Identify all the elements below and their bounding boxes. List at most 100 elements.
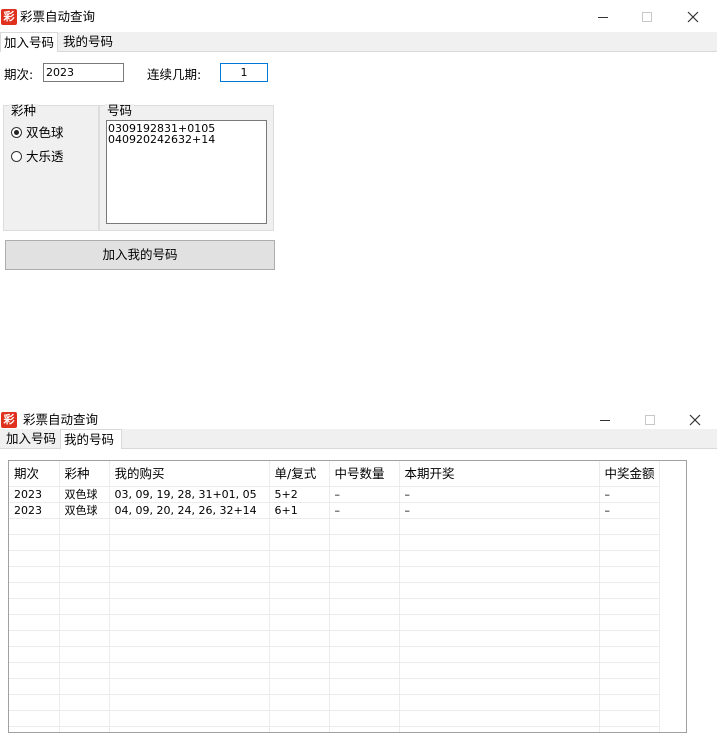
close-icon: [689, 414, 701, 426]
empty-cell: [109, 630, 270, 647]
tab-strip: 加入号码 我的号码: [0, 32, 717, 52]
empty-cell: [329, 662, 400, 679]
column-header-current-draw[interactable]: 本期开奖: [399, 461, 600, 487]
empty-cell: [59, 726, 110, 732]
column-header-hit-count[interactable]: 中号数量: [329, 461, 400, 487]
window-add-numbers: 彩 彩票自动查询 加入号码 我的号码 期次: 2023 连续几期: 1 彩种 双…: [0, 0, 717, 395]
empty-cell: [399, 710, 600, 727]
column-header-single-multiple[interactable]: 单/复式: [269, 461, 330, 487]
empty-cell: [329, 710, 400, 727]
empty-cell: [9, 662, 60, 679]
empty-cell: [599, 646, 660, 663]
empty-cell: [329, 598, 400, 615]
empty-cell: [599, 710, 660, 727]
empty-cell: [59, 550, 110, 567]
empty-cell: [329, 630, 400, 647]
cell-current-draw: –: [399, 502, 600, 519]
radio-unselected-icon: [11, 151, 22, 162]
empty-cell: [399, 678, 600, 695]
window-title: 彩票自动查询: [23, 412, 99, 427]
empty-cell: [329, 678, 400, 695]
empty-cell: [269, 678, 330, 695]
numbers-group: 号码 0309192831+0105 040920242632+14: [99, 104, 274, 231]
window-my-numbers: 彩 彩票自动查询 加入号码 我的号码 期次 彩种 我的购买 单/复式 中号数量 …: [0, 403, 717, 740]
title-bar[interactable]: 彩 彩票自动查询: [0, 0, 717, 34]
empty-cell: [59, 646, 110, 663]
empty-cell: [399, 614, 600, 631]
tab-my-numbers[interactable]: 我的号码: [60, 429, 122, 449]
empty-cell: [269, 630, 330, 647]
empty-cell: [109, 598, 270, 615]
empty-cell: [599, 582, 660, 599]
empty-cell: [109, 694, 270, 711]
empty-table-row: [9, 694, 660, 711]
empty-cell: [269, 646, 330, 663]
empty-cell: [599, 534, 660, 551]
empty-cell: [399, 582, 600, 599]
empty-cell: [399, 662, 600, 679]
cell-current-draw: –: [399, 486, 600, 503]
empty-cell: [269, 582, 330, 599]
empty-cell: [59, 566, 110, 583]
empty-cell: [329, 550, 400, 567]
column-header-period[interactable]: 期次: [9, 461, 60, 487]
close-button[interactable]: [670, 0, 716, 34]
empty-cell: [269, 710, 330, 727]
empty-cell: [109, 550, 270, 567]
tab-my-numbers[interactable]: 我的号码: [60, 32, 116, 51]
my-numbers-grid[interactable]: 期次 彩种 我的购买 单/复式 中号数量 本期开奖 中奖金额 2023 双色球 …: [8, 460, 687, 733]
empty-cell: [9, 598, 60, 615]
empty-cell: [399, 598, 600, 615]
empty-cell: [329, 726, 400, 732]
empty-cell: [399, 518, 600, 535]
empty-cell: [9, 566, 60, 583]
empty-cell: [599, 566, 660, 583]
table-row[interactable]: 2023 双色球 03, 09, 19, 28, 31+01, 05 5+2 –…: [9, 486, 660, 503]
maximize-button[interactable]: [624, 0, 670, 34]
empty-table-row: [9, 726, 660, 732]
minimize-button[interactable]: [580, 0, 626, 34]
empty-cell: [269, 598, 330, 615]
numbers-textarea[interactable]: 0309192831+0105 040920242632+14: [106, 120, 267, 224]
empty-cell: [59, 518, 110, 535]
tab-add-numbers[interactable]: 加入号码: [3, 429, 61, 448]
cell-period: 2023: [9, 486, 60, 503]
empty-cell: [269, 566, 330, 583]
empty-cell: [269, 518, 330, 535]
cell-lottery-type: 双色球: [59, 502, 110, 519]
empty-cell: [269, 726, 330, 732]
empty-table-row: [9, 550, 660, 567]
empty-cell: [329, 582, 400, 599]
empty-cell: [59, 678, 110, 695]
tab-add-numbers[interactable]: 加入号码: [0, 32, 58, 52]
cell-hit-count: –: [329, 502, 400, 519]
cell-period: 2023: [9, 502, 60, 519]
lottery-type-group: 彩种 双色球 大乐透: [3, 103, 99, 231]
column-header-lottery-type[interactable]: 彩种: [59, 461, 110, 487]
period-label: 期次:: [4, 67, 34, 82]
period-input[interactable]: 2023: [43, 63, 124, 82]
empty-cell: [9, 582, 60, 599]
table-row[interactable]: 2023 双色球 04, 09, 20, 24, 26, 32+14 6+1 –…: [9, 502, 660, 519]
radio-selected-icon: [11, 127, 22, 138]
grid-header-row: 期次 彩种 我的购买 单/复式 中号数量 本期开奖 中奖金额: [9, 461, 660, 487]
column-header-prize-amount[interactable]: 中奖金额: [599, 461, 660, 487]
empty-cell: [59, 534, 110, 551]
empty-cell: [59, 614, 110, 631]
column-header-my-purchase[interactable]: 我的购买: [109, 461, 270, 487]
empty-cell: [399, 566, 600, 583]
empty-cell: [599, 678, 660, 695]
empty-cell: [109, 646, 270, 663]
lottery-type-group-title: 彩种: [9, 103, 39, 118]
empty-table-row: [9, 598, 660, 615]
cell-lottery-type: 双色球: [59, 486, 110, 503]
empty-cell: [109, 614, 270, 631]
add-to-my-numbers-button[interactable]: 加入我的号码: [5, 240, 275, 270]
empty-cell: [599, 694, 660, 711]
empty-cell: [399, 630, 600, 647]
empty-cell: [59, 694, 110, 711]
empty-cell: [59, 630, 110, 647]
empty-cell: [269, 662, 330, 679]
empty-cell: [329, 518, 400, 535]
consecutive-periods-input[interactable]: 1: [220, 63, 268, 82]
